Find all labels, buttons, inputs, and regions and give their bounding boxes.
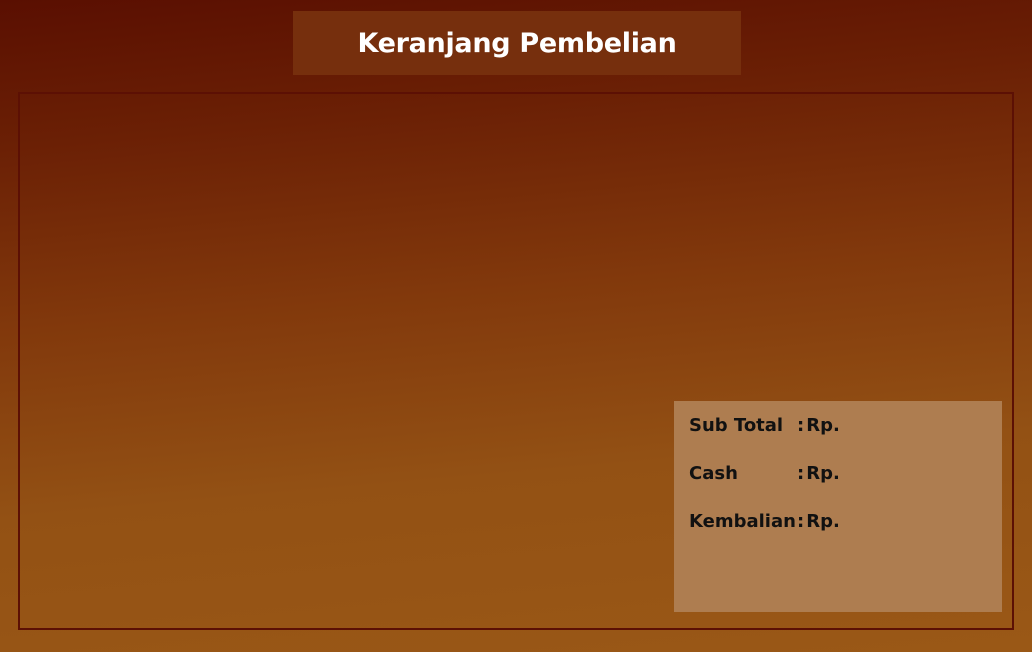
page-title: Keranjang Pembelian: [357, 27, 677, 59]
change-row: Kembalian : Rp.: [689, 509, 840, 533]
cash-row: Cash : Rp.: [689, 461, 840, 485]
subtotal-row: Sub Total : Rp.: [689, 413, 840, 437]
change-value: Rp.: [806, 510, 840, 532]
subtotal-value: Rp.: [806, 414, 840, 436]
cash-label: Cash: [689, 462, 738, 484]
subtotal-label: Sub Total: [689, 414, 784, 436]
title-banner: Keranjang Pembelian: [293, 11, 741, 75]
payment-summary-box: Sub Total : Rp. Cash : Rp. Kembalian : R…: [674, 401, 1002, 612]
change-label: Kembalian: [689, 510, 796, 532]
cash-separator: :: [797, 462, 805, 484]
subtotal-separator: :: [797, 414, 805, 436]
change-separator: :: [797, 510, 805, 532]
cash-value: Rp.: [806, 462, 840, 484]
